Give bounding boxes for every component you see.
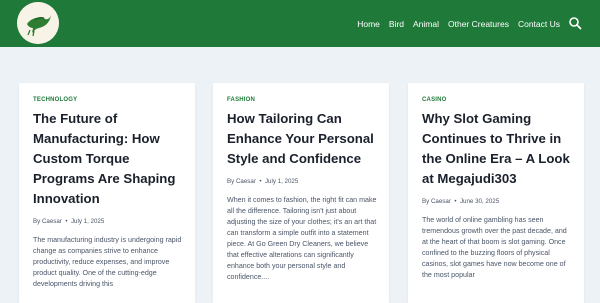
nav-contact-us[interactable]: Contact Us (518, 19, 560, 29)
nav-bird[interactable]: Bird (389, 19, 404, 29)
meta-separator: • (452, 198, 460, 205)
post-excerpt: When it comes to fashion, the right fit … (227, 196, 377, 281)
post-title[interactable]: How Tailoring Can Enhance Your Personal … (227, 109, 377, 169)
post-title[interactable]: The Future of Manufacturing: How Custom … (33, 109, 183, 209)
post-date: July 1, 2025 (264, 178, 299, 185)
site-logo[interactable] (17, 2, 59, 44)
post-card: FASHION How Tailoring Can Enhance Your P… (213, 83, 389, 303)
search-icon (569, 17, 582, 30)
post-date: June 30, 2025 (459, 198, 500, 205)
meta-separator: • (63, 218, 71, 225)
post-meta: By Caesar • July 1, 2025 (227, 178, 377, 185)
post-category[interactable]: TECHNOLOGY (33, 97, 183, 103)
search-button[interactable] (568, 16, 582, 30)
post-author[interactable]: By Caesar (422, 198, 451, 205)
post-excerpt: The manufacturing industry is undergoing… (33, 236, 182, 288)
post-author[interactable]: By Caesar (227, 178, 256, 185)
meta-separator: • (257, 178, 265, 185)
bird-logo-icon (17, 2, 59, 44)
nav-home[interactable]: Home (357, 19, 380, 29)
post-category[interactable]: CASINO (422, 97, 572, 103)
nav-other-creatures[interactable]: Other Creatures (448, 19, 509, 29)
post-title[interactable]: Why Slot Gaming Continues to Thrive in t… (422, 109, 572, 189)
post-card: CASINO Why Slot Gaming Continues to Thri… (408, 83, 584, 303)
post-meta: By Caesar • June 30, 2025 (422, 198, 572, 205)
post-card: TECHNOLOGY The Future of Manufacturing: … (19, 83, 195, 303)
post-meta: By Caesar • July 1, 2025 (33, 218, 183, 225)
post-category[interactable]: FASHION (227, 97, 377, 103)
post-date: July 1, 2025 (70, 218, 105, 225)
nav-animal[interactable]: Animal (413, 19, 439, 29)
post-author[interactable]: By Caesar (33, 218, 62, 225)
main-nav: Home Bird Animal Other Creatures Contact… (357, 0, 560, 47)
post-excerpt: The world of online gambling has seen tr… (422, 216, 567, 279)
site-header: Home Bird Animal Other Creatures Contact… (0, 0, 600, 47)
